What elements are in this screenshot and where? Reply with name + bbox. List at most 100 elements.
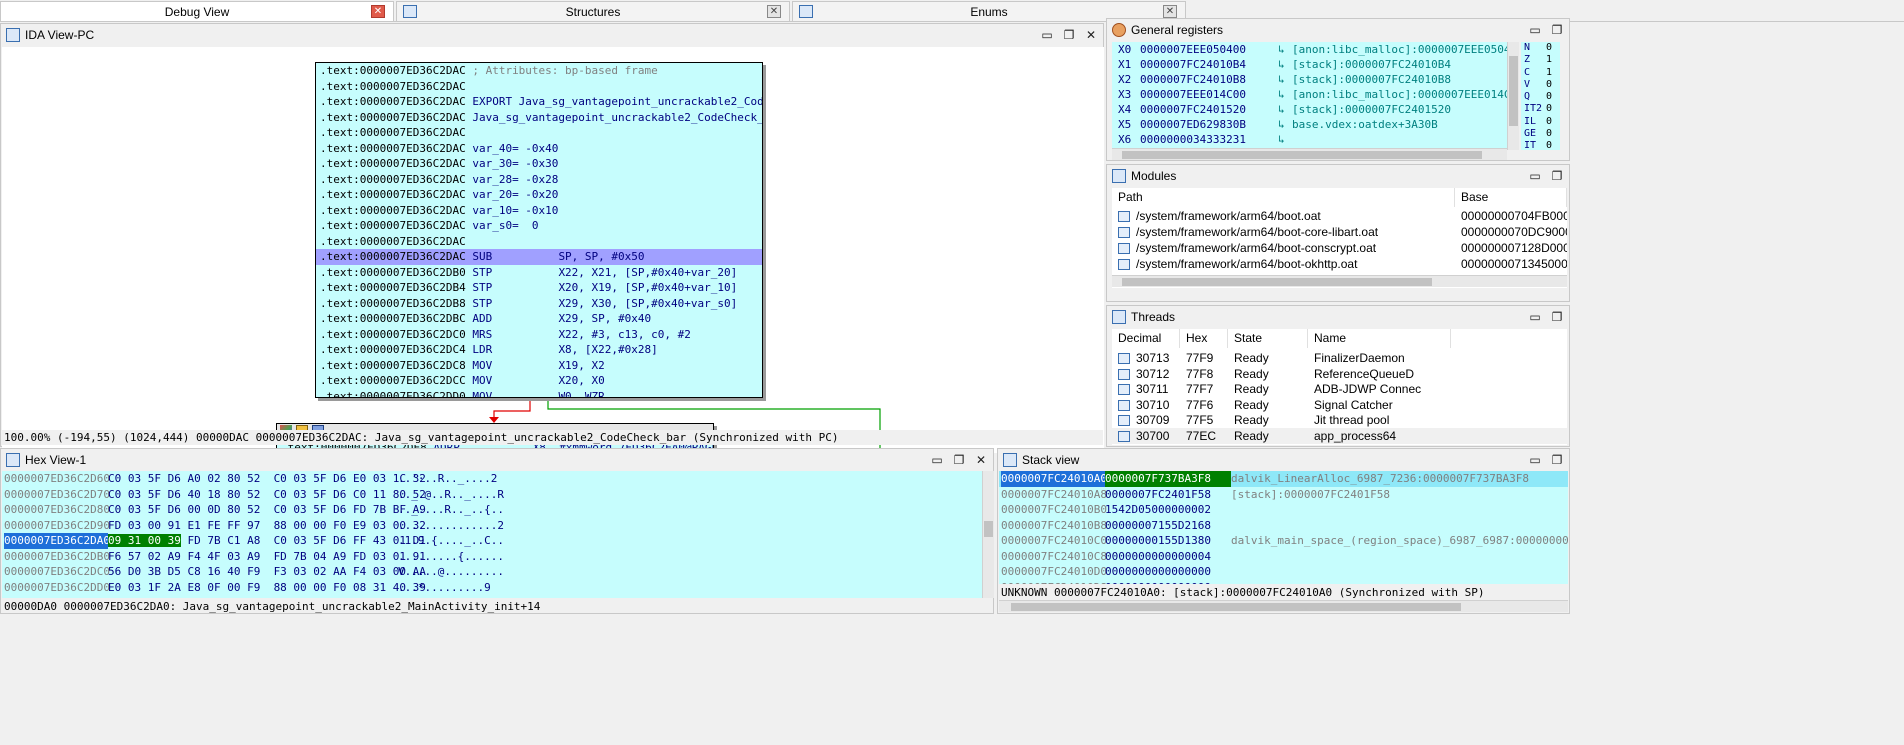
hex-selection[interactable]: 09 31 00 39 [108,534,181,547]
table-row[interactable]: /system/framework/arm64/boot.oat 00000000… [1112,208,1567,224]
register-value[interactable]: 0000007EEE050400 [1140,42,1278,57]
flag-value[interactable]: 0 [1546,91,1552,102]
stack-row[interactable]: 0000007FC24010C80000000000000004 [999,549,1568,565]
code-line[interactable]: .text:0000007ED36C2DAC var_28= -0x28 [316,172,762,188]
register-row[interactable]: X2 0000007FC24010B8 ↳ [stack]:0000007FC2401… [1112,72,1507,87]
close-icon[interactable]: ✕ [973,452,989,468]
stack-value[interactable]: 0000000000000000 [1105,580,1231,585]
stack-row[interactable]: 0000007FC24010B800000007155D2168 [999,518,1568,534]
code-line[interactable]: .text:0000007ED36C2DAC var_20= -0x20 [316,187,762,203]
stack-hscrollbar[interactable] [999,600,1568,612]
restore-icon[interactable]: ❐ [1549,22,1565,38]
column-header-name[interactable]: Name [1308,329,1451,348]
code-line[interactable]: .text:0000007ED36C2DAC [316,234,762,250]
register-value[interactable]: 0000007FC24010B8 [1140,72,1278,87]
hex-bytes[interactable]: C0 03 5F D6 40 18 80 52 C0 03 5F D6 C0 1… [108,487,426,503]
code-line[interactable]: .text:0000007ED36C2DAC ; Attributes: bp-… [316,63,762,79]
hex-row[interactable]: 0000007ED36C2D70C0 03 5F D6 40 18 80 52 … [2,487,982,503]
column-header-base[interactable]: Base [1455,188,1567,207]
modules-hscrollbar[interactable] [1112,275,1567,287]
table-row[interactable]: 30713 77F9 Ready FinalizerDaemon [1112,350,1567,366]
flag-value[interactable]: 0 [1546,42,1552,53]
hex-bytes[interactable]: C0 03 5F D6 A0 02 80 52 C0 03 5F D6 E0 0… [108,471,426,487]
code-line[interactable]: .text:0000007ED36C2DC0 MRS X22, #3, c13,… [316,327,762,343]
stack-row[interactable]: 0000007FC24010A00000007F737BA3F8 dalvik_L… [999,471,1568,487]
stack-value[interactable]: 0000007FC2401F58 [1105,487,1231,503]
hex-bytes[interactable]: F6 57 02 A9 F4 4F 03 A9 FD 7B 04 A9 FD 0… [108,549,426,565]
register-row[interactable]: X1 0000007FC24010B4 ↳ [stack]:0000007FC2401… [1112,57,1507,72]
table-row[interactable]: 30711 77F7 Ready ADB-JDWP Connec [1112,381,1567,397]
register-row[interactable]: X6 0000000034333231 ↳ [1112,132,1507,147]
flag-row[interactable]: IT2 0 [1521,103,1560,115]
jump-arrow-icon[interactable]: ↳ [1278,57,1292,72]
code-line[interactable]: .text:0000007ED36C2DCC MOV X20, X0 [316,373,762,389]
table-row[interactable]: 30709 77F5 Ready Jit thread pool [1112,412,1567,428]
restore-icon[interactable]: ❐ [1549,168,1565,184]
close-icon[interactable]: ✕ [767,5,781,18]
jump-arrow-icon[interactable]: ↳ [1278,72,1292,87]
flag-row[interactable]: IL 0 [1521,116,1560,128]
hex-bytes[interactable]: 1F 05 00 71 21 04 00 54 08 00 00 90 A9 C… [108,595,406,598]
jump-arrow-icon[interactable]: ↳ [1278,87,1292,102]
code-line[interactable]: .text:0000007ED36C2DAC SUB SP, SP, #0x50 [316,249,762,265]
flag-row[interactable]: C1 [1521,67,1560,79]
stack-value[interactable]: 0000007F737BA3F8 [1105,471,1231,487]
jump-arrow-icon[interactable]: ↳ [1278,102,1292,117]
stack-value[interactable]: 0000000000000004 [1105,549,1231,565]
register-value[interactable]: 0000007FC2401520 [1140,102,1278,117]
hex-row[interactable]: 0000007ED36C2DE01F 05 00 71 21 04 00 54 … [2,595,982,598]
hex-row[interactable]: 0000007ED36C2D90FD 03 00 91 E1 FE FF 97 … [2,518,982,534]
stack-row[interactable]: 0000007FC24010A80000007FC2401F58 [stack]:… [999,487,1568,503]
register-list[interactable]: X0 0000007EEE050400 ↳ [anon:libc_malloc]:00… [1112,42,1507,150]
registers-vscrollbar[interactable] [1507,42,1519,150]
hex-bytes[interactable]: E0 03 1F 2A E8 0F 00 F9 88 00 00 F0 08 3… [108,580,426,596]
restore-icon[interactable]: ❐ [1549,309,1565,325]
table-row[interactable]: 30710 77F6 Ready Signal Catcher [1112,397,1567,413]
minimize-icon[interactable]: ▭ [1039,27,1055,43]
stack-row[interactable]: 0000007FC24010B01542D05000000002 [999,502,1568,518]
register-value[interactable]: 0000007EEE014C00 [1140,87,1278,102]
flag-value[interactable]: 0 [1546,128,1552,139]
flag-value[interactable]: 0 [1546,116,1552,127]
register-value[interactable]: 0000007ED629830B [1140,117,1278,132]
flag-value[interactable]: 0 [1546,103,1552,114]
code-line[interactable]: .text:0000007ED36C2DAC var_10= -0x10 [316,203,762,219]
code-line[interactable]: .text:0000007ED36C2DBC ADD X29, SP, #0x4… [316,311,762,327]
code-line[interactable]: .text:0000007ED36C2DAC var_30= -0x30 [316,156,762,172]
code-line[interactable]: .text:0000007ED36C2DB8 STP X29, X30, [SP… [316,296,762,312]
flag-row[interactable]: IT 0 [1521,140,1560,150]
tab-debug-view[interactable]: Debug View ✕ [0,1,394,21]
code-line[interactable]: .text:0000007ED36C2DC8 MOV X19, X2 [316,358,762,374]
stack-value[interactable]: 00000000155D1380 [1105,533,1231,549]
tab-structures[interactable]: Structures ✕ [396,1,790,21]
stack-row[interactable]: 0000007FC24010C000000000155D1380 dalvik_m… [999,533,1568,549]
registers-hscrollbar[interactable] [1112,148,1507,160]
stack-value[interactable]: 00000007155D2168 [1105,518,1231,534]
restore-icon[interactable]: ❐ [1549,452,1565,468]
jump-arrow-icon[interactable]: ↳ [1278,42,1292,57]
code-line[interactable]: .text:0000007ED36C2DAC [316,125,762,141]
code-line[interactable]: .text:0000007ED36C2DD0 MOV W0, WZR [316,389,762,398]
hex-bytes[interactable]: C0 03 5F D6 00 0D 80 52 C0 03 5F D6 FD 7… [108,502,426,518]
register-row[interactable]: X3 0000007EEE014C00 ↳ [anon:libc_malloc]:00… [1112,87,1507,102]
flag-row[interactable]: N0 [1521,42,1560,54]
code-line[interactable]: .text:0000007ED36C2DAC var_s0= 0 [316,218,762,234]
table-row[interactable]: /system/framework/arm64/boot-core-libart… [1112,224,1567,240]
minimize-icon[interactable]: ▭ [1527,22,1543,38]
code-line[interactable]: .text:0000007ED36C2DB4 STP X20, X19, [SP… [316,280,762,296]
restore-icon[interactable]: ❐ [1061,27,1077,43]
minimize-icon[interactable]: ▭ [1527,168,1543,184]
table-row[interactable]: /system/framework/arm64/boot-okhttp.oat 0… [1112,256,1567,272]
jump-arrow-icon[interactable]: ↳ [1278,117,1292,132]
code-line[interactable]: .text:0000007ED36C2DB0 STP X22, X21, [SP… [316,265,762,281]
code-line[interactable]: .text:0000007ED36C2DAC EXPORT Java_sg_va… [316,94,762,110]
minimize-icon[interactable]: ▭ [929,452,945,468]
column-header-path[interactable]: Path [1112,188,1455,207]
hex-row[interactable]: 0000007ED36C2D60C0 03 5F D6 A0 02 80 52 … [2,471,982,487]
close-icon[interactable]: ✕ [371,5,385,18]
hex-bytes[interactable]: FD 03 00 91 E1 FE FF 97 88 00 00 F0 E9 0… [108,518,426,534]
graph-node-entry[interactable]: .text:0000007ED36C2DAC ; Attributes: bp-… [315,62,763,398]
flag-row[interactable]: Z1 [1521,54,1560,66]
column-header-state[interactable]: State [1228,329,1308,348]
jump-arrow-icon[interactable]: ↳ [1278,132,1292,147]
